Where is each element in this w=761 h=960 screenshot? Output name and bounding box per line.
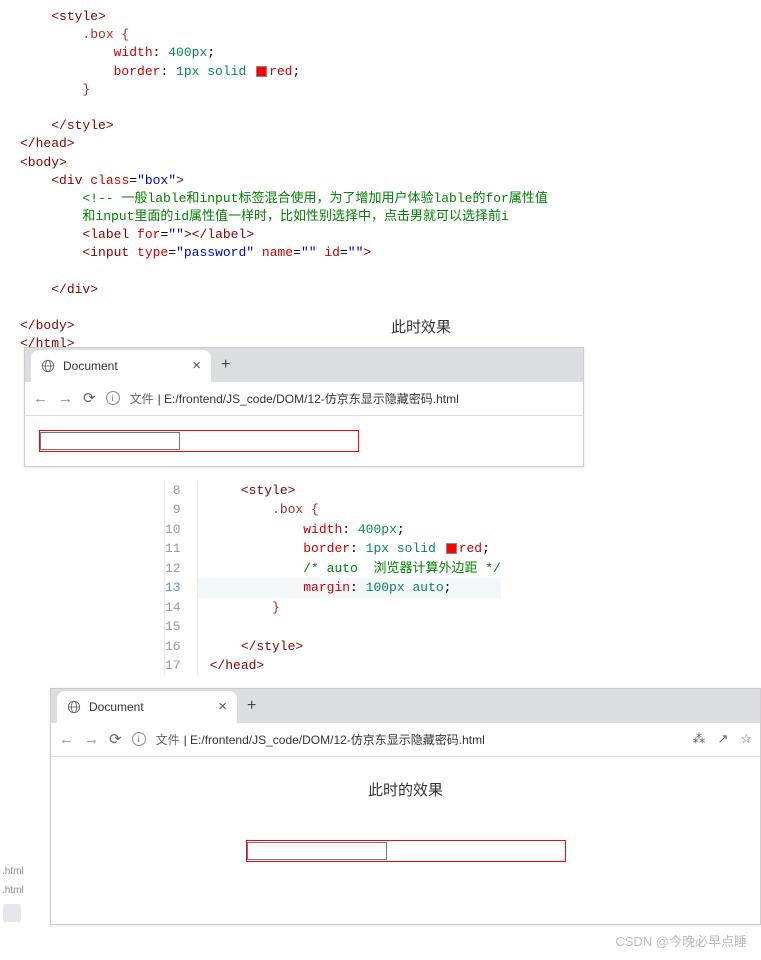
- text: </body>: [20, 318, 75, 333]
- text: <body>: [20, 155, 67, 170]
- code-snippet-top: <style> .box { width: 400px; border: 1px…: [0, 0, 761, 337]
- password-input[interactable]: [247, 842, 387, 860]
- forward-button[interactable]: →: [84, 731, 99, 748]
- browser-window-1: Document × + ← → ⟳ i 文件| E:/frontend/JS_…: [24, 347, 584, 467]
- text: }: [82, 82, 90, 97]
- demo-box-centered: [246, 840, 566, 862]
- back-button[interactable]: ←: [59, 731, 74, 748]
- close-icon[interactable]: ×: [218, 698, 227, 715]
- effect-caption-2: 此时的效果: [71, 779, 740, 800]
- demo-box: [39, 430, 359, 452]
- text: <style>: [51, 9, 106, 24]
- text: "box": [137, 173, 176, 188]
- file-item[interactable]: .html: [0, 881, 24, 900]
- text: border: [114, 64, 161, 79]
- color-swatch-red: [256, 66, 267, 77]
- reload-button[interactable]: ⟳: [109, 730, 122, 748]
- text: </div>: [51, 282, 98, 297]
- browser-tab[interactable]: Document ×: [57, 691, 237, 723]
- globe-icon: [67, 700, 81, 714]
- tab-bar: Document × +: [51, 689, 760, 723]
- highlighted-line: margin: 100px auto;: [198, 578, 501, 598]
- text: .box {: [82, 27, 129, 42]
- browser-tab[interactable]: Document ×: [31, 350, 211, 382]
- tab-title: Document: [89, 700, 144, 714]
- info-icon[interactable]: i: [132, 732, 146, 746]
- url-display[interactable]: 文件| E:/frontend/JS_code/DOM/12-仿京东显示隐藏密码…: [130, 390, 459, 407]
- viewport-1: [25, 416, 583, 466]
- star-icon[interactable]: ☆: [740, 731, 752, 747]
- text: name: [262, 245, 293, 260]
- info-icon[interactable]: i: [106, 391, 120, 405]
- text: 1px solid: [176, 64, 246, 79]
- code-block-2: 891011121314151617 <style> .box { width:…: [165, 481, 761, 676]
- address-bar: ← → ⟳ i 文件| E:/frontend/JS_code/DOM/12-仿…: [51, 723, 760, 757]
- text: type: [137, 245, 168, 260]
- file-item[interactable]: .html: [0, 862, 24, 881]
- file-selection: [3, 904, 21, 922]
- globe-icon: [41, 359, 55, 373]
- address-bar: ← → ⟳ i 文件| E:/frontend/JS_code/DOM/12-仿…: [25, 382, 583, 416]
- close-icon[interactable]: ×: [192, 357, 201, 374]
- forward-button[interactable]: →: [58, 390, 73, 407]
- text: <input: [82, 245, 129, 260]
- text: <div: [51, 173, 82, 188]
- comment-text: 和input里面的id属性值一样时，比如性别选择中，点击男就可以选择前i: [82, 209, 508, 224]
- translate-icon[interactable]: ⁂: [692, 731, 705, 747]
- text: "password": [176, 245, 254, 260]
- browser-window-2: Document × + ← → ⟳ i 文件| E:/frontend/JS_…: [50, 688, 761, 925]
- comment-text: /* auto 浏览器计算外边距 */: [303, 561, 501, 576]
- text: </head>: [20, 136, 75, 151]
- new-tab-button[interactable]: +: [211, 356, 240, 374]
- file-explorer-edge: .html .html: [0, 676, 24, 925]
- line-numbers: 891011121314151617: [165, 481, 197, 676]
- text: id: [324, 245, 340, 260]
- text: >: [363, 245, 371, 260]
- text: width: [114, 45, 153, 60]
- url-display[interactable]: 文件| E:/frontend/JS_code/DOM/12-仿京东显示隐藏密码…: [156, 731, 485, 748]
- tab-bar: Document × +: [25, 348, 583, 382]
- reload-button[interactable]: ⟳: [83, 389, 96, 407]
- share-icon[interactable]: ↗: [717, 731, 728, 747]
- text: "": [348, 245, 364, 260]
- effect-caption-1: 此时效果: [141, 316, 701, 337]
- text: </style>: [51, 118, 113, 133]
- text: class: [90, 173, 129, 188]
- password-input[interactable]: [40, 432, 180, 450]
- viewport-2: 此时的效果: [51, 757, 760, 896]
- editor-sidebar: [0, 481, 165, 676]
- new-tab-button[interactable]: +: [237, 697, 266, 715]
- code-block-1: <style> .box { width: 400px; border: 1px…: [0, 4, 761, 358]
- text: "": [301, 245, 317, 260]
- color-swatch-red: [446, 543, 457, 554]
- text: 400px: [168, 45, 207, 60]
- back-button[interactable]: ←: [33, 390, 48, 407]
- text: >: [176, 173, 184, 188]
- comment-text: <!-- 一般lable和input标签混合使用，为了增加用户体验lable的f…: [82, 191, 547, 206]
- tab-title: Document: [63, 359, 118, 373]
- watermark-text: CSDN @今晚必早点睡: [0, 925, 761, 960]
- text: red: [269, 64, 292, 79]
